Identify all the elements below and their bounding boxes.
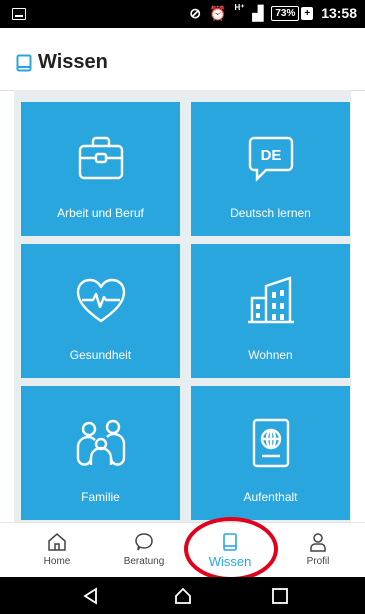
chat-bubble-icon (135, 533, 153, 551)
clock: 13:58 (321, 5, 357, 21)
book-icon (16, 54, 32, 72)
tile-aufenthalt[interactable]: Aufenthalt (191, 386, 350, 520)
tile-deutsch-lernen[interactable]: DE Deutsch lernen (191, 102, 350, 236)
nav-label: Beratung (123, 556, 165, 567)
tile-label: Familie (81, 490, 120, 504)
icon-text: DE (260, 147, 281, 164)
system-navigation-bar (0, 577, 365, 614)
tile-label: Gesundheit (69, 348, 132, 362)
tile-gesundheit[interactable]: Gesundheit (21, 244, 180, 378)
tile-label: Aufenthalt (243, 490, 298, 504)
tile-arbeit-und-beruf[interactable]: Arbeit und Beruf (21, 102, 180, 236)
recents-icon[interactable] (271, 587, 289, 605)
tile-familie[interactable]: Familie (21, 386, 180, 520)
network-type: H⁺ (234, 2, 245, 12)
do-not-disturb-icon: ⊘ (189, 5, 202, 21)
back-icon[interactable] (82, 587, 100, 605)
nav-label: Home (43, 556, 71, 567)
battery-icon: 73% + (271, 5, 314, 21)
person-icon (310, 533, 326, 552)
nav-label: Profil (306, 556, 330, 567)
home-icon (48, 533, 66, 551)
tile-label: Arbeit und Beruf (57, 206, 144, 220)
charging-icon: + (301, 6, 314, 20)
speech-bubble-de-icon: DE (248, 136, 293, 182)
home-system-icon[interactable] (173, 587, 193, 605)
tile-wohnen[interactable]: Wohnen (191, 244, 350, 378)
status-indicators: ⊘ ⏰ H⁺ ▟ 73% + 13:58 (189, 2, 357, 22)
tile-label: Deutsch lernen (230, 206, 311, 220)
battery-percent: 73% (271, 5, 300, 21)
status-bar: ⊘ ⏰ H⁺ ▟ 73% + 13:58 (0, 0, 365, 28)
passport-icon (252, 418, 289, 468)
bottom-navigation: Home Beratung Wissen Profil (0, 522, 365, 578)
app-bar: Wissen (0, 28, 365, 91)
highlight-annotation (184, 517, 278, 581)
alarm-icon: ⏰ (209, 5, 227, 21)
nav-home[interactable]: Home (12, 523, 102, 578)
knowledge-grid: Arbeit und Beruf DE Deutsch lernen Gesun… (14, 90, 351, 522)
nav-profil[interactable]: Profil (273, 523, 363, 578)
briefcase-icon (78, 136, 123, 180)
notification-icon (12, 8, 26, 20)
tile-label: Wohnen (248, 348, 293, 362)
nav-beratung[interactable]: Beratung (99, 523, 189, 578)
page-title: Wissen (38, 51, 108, 73)
heart-pulse-icon (76, 278, 125, 323)
building-icon (247, 276, 294, 324)
signal-icon: ▟ (252, 5, 264, 21)
family-icon (76, 419, 125, 466)
